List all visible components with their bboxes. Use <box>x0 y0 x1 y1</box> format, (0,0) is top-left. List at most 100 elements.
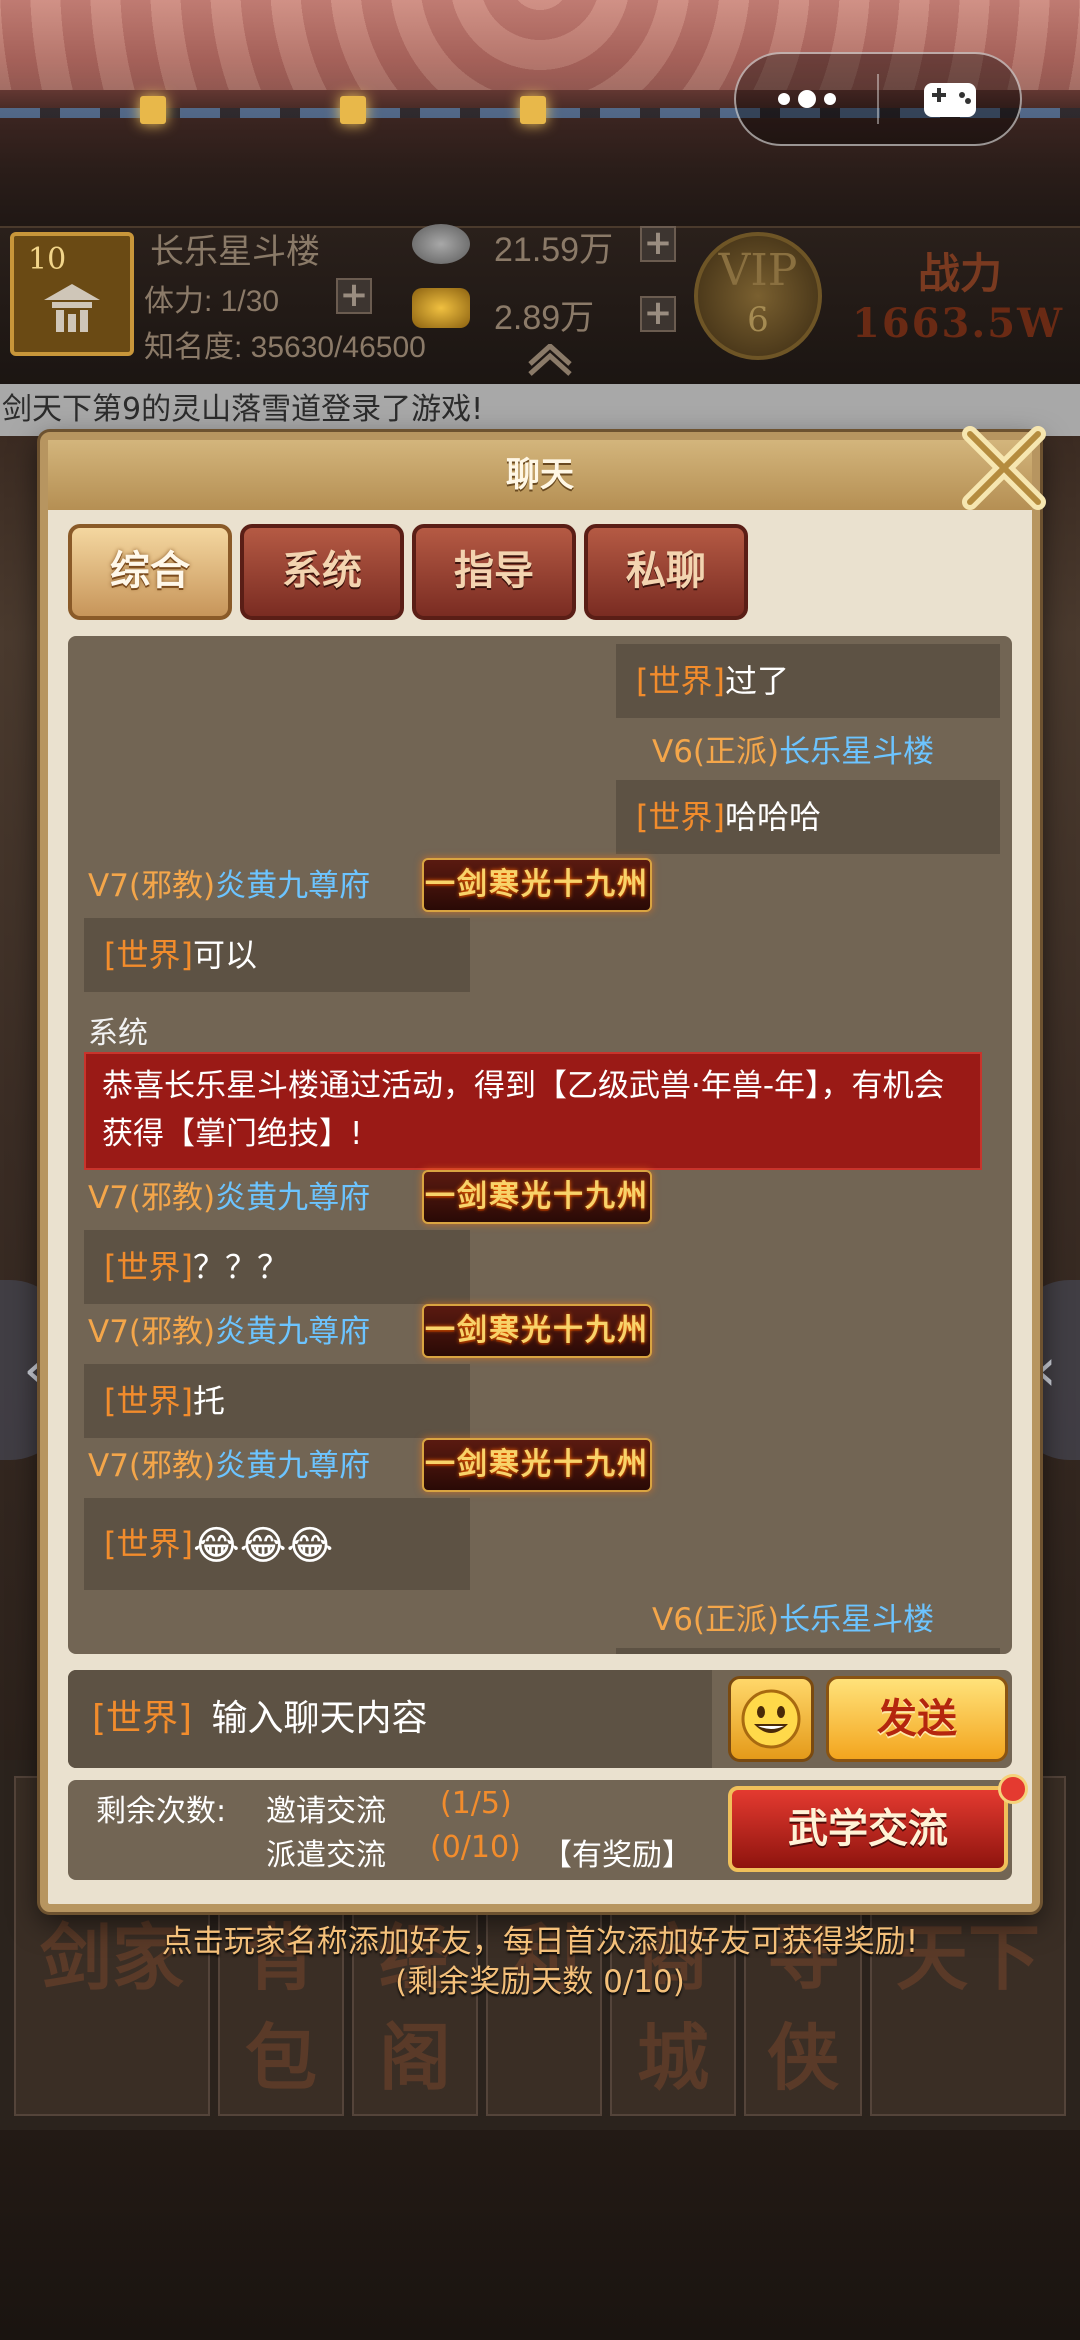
friend-hint-line1: 点击玩家名称添加好友，每日首次添加好友可获得奖励! <box>161 1924 919 1960</box>
dialog-title: 聊天 <box>48 440 1032 510</box>
sender-name[interactable]: 长乐星斗楼 <box>779 734 934 770</box>
power-value: 1663.5W <box>852 300 1065 347</box>
message-text: 过了 <box>724 662 789 700</box>
smiley-icon <box>741 1689 801 1749</box>
chat-bubble: [世界]😂😂😂 <box>84 1498 470 1590</box>
message-text: 可以 <box>192 936 257 974</box>
sender-line: V7(邪教)炎黄九尊府 <box>88 866 370 906</box>
chat-bubble <box>616 1648 1000 1654</box>
player-level: 10 <box>28 242 67 277</box>
input-placeholder: 输入聊天内容 <box>211 1698 428 1739</box>
invite-label: 邀请交流 <box>266 1794 386 1829</box>
system-sender: 系统 <box>88 1016 148 1051</box>
vip-badge[interactable]: VIP 6 <box>694 232 822 360</box>
sender-name[interactable]: 炎黄九尊府 <box>215 1448 370 1484</box>
vip-level: 6 <box>747 300 769 340</box>
sender-line: V7(邪教)炎黄九尊府 <box>88 1446 370 1486</box>
title-badge: 一剑寒光十九州 <box>422 1170 652 1224</box>
channel-tag: [世界] <box>104 936 193 974</box>
chat-bubble: [世界]可以 <box>84 918 470 992</box>
notification-dot <box>998 1774 1028 1804</box>
dispatch-label: 派遣交流 <box>266 1838 386 1873</box>
tab-general[interactable]: 综合 <box>68 524 232 620</box>
announcement-marquee: 剑天下第9的灵山落雪道登录了游戏! <box>0 384 1080 436</box>
mini-program-capsule <box>734 52 1022 146</box>
player-avatar[interactable]: 10 <box>10 232 134 356</box>
channel-tag: [世界] <box>104 1248 193 1286</box>
chat-message-list[interactable]: [世界]过了 V6(正派)长乐星斗楼 [世界]哈哈哈 V7(邪教)炎黄九尊府 一… <box>68 636 1012 1654</box>
chat-input[interactable]: [世界] 输入聊天内容 <box>68 1670 712 1768</box>
remaining-label: 剩余次数: <box>96 1794 227 1829</box>
friend-hint-line2: (剩余奖励天数 0/10) <box>395 1964 685 2000</box>
more-dots-icon <box>777 90 836 108</box>
martial-exchange-button[interactable]: 武学交流 <box>728 1786 1008 1872</box>
sender-name[interactable]: 炎黄九尊府 <box>215 1180 370 1216</box>
martial-exchange-row: 剩余次数: 邀请交流 (1/5) 派遣交流 (0/10) 【有奖励】 武学交流 <box>68 1774 1028 1880</box>
silver-ingot-icon <box>412 224 470 264</box>
sender-line: V7(邪教)炎黄九尊府 <box>88 1178 370 1218</box>
lantern-icon <box>140 96 166 124</box>
sender-vip: V6(正派) <box>652 1602 780 1638</box>
chat-input-row: [世界] 输入聊天内容 发送 <box>68 1670 1012 1768</box>
channel-tag: [世界] <box>636 798 725 836</box>
channel-tag: [世界] <box>636 662 725 700</box>
tab-guide[interactable]: 指导 <box>412 524 576 620</box>
bottom-background <box>0 2130 1080 2340</box>
title-badge: 一剑寒光十九州 <box>422 858 652 912</box>
sender-line: V6(正派)长乐星斗楼 <box>652 732 934 772</box>
stamina-plus-button[interactable]: + <box>336 278 372 314</box>
pavilion-icon <box>44 284 100 332</box>
chat-tabs: 综合 系统 指导 私聊 <box>68 524 748 624</box>
title-badge: 一剑寒光十九州 <box>422 1304 652 1358</box>
vip-label: VIP <box>718 245 798 296</box>
sender-vip: V6(正派) <box>652 734 780 770</box>
chevron-up-icon[interactable] <box>522 344 578 380</box>
send-button[interactable]: 发送 <box>826 1676 1008 1762</box>
lantern-icon <box>520 96 546 124</box>
invite-count: (1/5) <box>440 1786 512 1821</box>
channel-tag: [世界] <box>104 1525 193 1563</box>
stamina-text: 体力: 1/30 <box>144 285 280 318</box>
gold-ingot-icon <box>412 288 470 328</box>
gold-amount: 2.89万 <box>494 299 595 337</box>
player-name[interactable]: 长乐星斗楼 <box>150 224 320 273</box>
title-badge: 一剑寒光十九州 <box>422 1438 652 1492</box>
chat-dialog: 聊天 综合 系统 指导 私聊 [世界]过了 V6(正派)长乐星斗楼 [世界]哈哈… <box>40 426 1046 1912</box>
chat-bubble: [世界]托 <box>84 1364 470 1438</box>
chat-bubble: [世界]哈哈哈 <box>616 780 1000 854</box>
tab-private[interactable]: 私聊 <box>584 524 748 620</box>
channel-tag: [世界] <box>104 1382 193 1420</box>
sender-vip: V7(邪教) <box>88 1448 216 1484</box>
emoji-button[interactable] <box>728 1676 814 1762</box>
lantern-icon <box>340 96 366 124</box>
sender-vip: V7(邪教) <box>88 868 216 904</box>
system-message: 恭喜长乐星斗楼通过活动，得到【乙级武兽·年兽-年】，有机会获得【掌门绝技】! <box>84 1052 982 1170</box>
sender-name[interactable]: 炎黄九尊府 <box>215 1314 370 1350</box>
chat-bubble: [世界]？？？ <box>84 1230 470 1304</box>
gamepad-icon <box>923 83 976 117</box>
silver-plus-button[interactable]: + <box>640 226 676 262</box>
fame-text: 知名度: 35630/46500 <box>144 331 426 364</box>
reward-label: 【有奖励】 <box>542 1838 692 1873</box>
message-text: ？？？ <box>192 1248 289 1286</box>
sender-name[interactable]: 炎黄九尊府 <box>215 868 370 904</box>
chat-bubble: [世界]过了 <box>616 644 1000 718</box>
gold-plus-button[interactable]: + <box>640 296 676 332</box>
input-channel-tag[interactable]: [世界] <box>92 1698 192 1739</box>
sender-line: V7(邪教)炎黄九尊府 <box>88 1312 370 1352</box>
dispatch-count: (0/10) <box>430 1830 521 1865</box>
close-icon[interactable] <box>956 420 1052 516</box>
message-text: 托 <box>192 1382 225 1420</box>
tab-system[interactable]: 系统 <box>240 524 404 620</box>
laughing-crying-emoji-icon: 😂😂😂 <box>192 1523 334 1569</box>
sender-vip: V7(邪教) <box>88 1314 216 1350</box>
power-label: 战力 <box>918 249 1003 298</box>
sender-line: V6(正派)长乐星斗楼 <box>652 1600 934 1640</box>
sender-vip: V7(邪教) <box>88 1180 216 1216</box>
sender-name[interactable]: 长乐星斗楼 <box>779 1602 934 1638</box>
silver-amount: 21.59万 <box>494 231 614 269</box>
game-exit-button[interactable] <box>879 54 1020 144</box>
message-text: 哈哈哈 <box>724 798 821 836</box>
more-menu-button[interactable] <box>736 54 877 144</box>
friend-hint: 点击玩家名称添加好友，每日首次添加好友可获得奖励! (剩余奖励天数 0/10) <box>0 1922 1080 2002</box>
